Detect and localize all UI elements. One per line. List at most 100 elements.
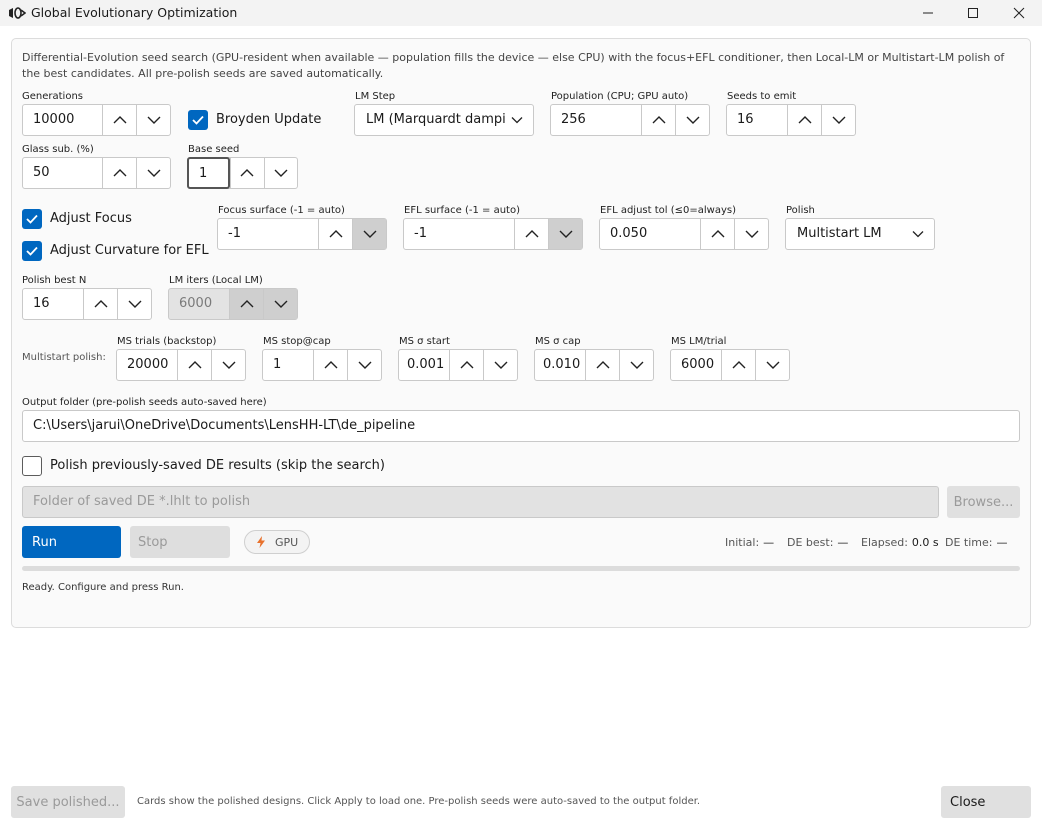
focus-surface-label: Focus surface (-1 = auto) [218, 205, 345, 216]
chevron-up-icon [460, 361, 473, 369]
efl-adjust-tol-spinbox[interactable]: 0.050 [599, 218, 769, 250]
seeds-down-button[interactable] [821, 105, 855, 135]
status-text: Ready. Configure and press Run. [22, 582, 184, 593]
adjust-focus-checkbox[interactable] [22, 209, 42, 229]
chevron-down-icon [363, 230, 376, 238]
population-spinbox[interactable]: 256 [550, 104, 710, 136]
saved-folder-input[interactable]: Folder of saved DE *.lhlt to polish [22, 486, 939, 518]
ms-stop-up-button[interactable] [313, 350, 347, 380]
chevron-down-icon [630, 361, 643, 369]
lightning-icon [257, 536, 265, 548]
chevron-up-icon [113, 116, 126, 124]
ms-trials-spinbox[interactable]: 20000 [116, 349, 246, 381]
ms-trials-label: MS trials (backstop) [117, 336, 217, 347]
seeds-up-button[interactable] [787, 105, 821, 135]
efl-surface-up-button[interactable] [514, 219, 548, 249]
polish-previous-checkbox[interactable] [22, 456, 42, 476]
maximize-button[interactable] [950, 0, 996, 26]
minimize-icon [923, 12, 933, 14]
base-seed-up-button[interactable] [230, 158, 264, 188]
lm-step-label: LM Step [355, 91, 396, 102]
glass-sub-spinbox[interactable]: 50 [22, 157, 171, 189]
chevron-up-icon [652, 116, 665, 124]
lm-iters-up-button[interactable] [229, 289, 263, 319]
ms-trials-up-button[interactable] [177, 350, 211, 380]
ms-sigma-cap-spinbox[interactable]: 0.010 [534, 349, 654, 381]
chevron-up-icon [596, 361, 609, 369]
elapsed-stat: Elapsed: 0.0 s [861, 536, 939, 549]
efl-tol-down-button[interactable] [734, 219, 768, 249]
seeds-to-emit-label: Seeds to emit [727, 91, 797, 102]
seeds-to-emit-spinbox[interactable]: 16 [726, 104, 856, 136]
focus-surface-spinbox[interactable]: -1 [217, 218, 387, 250]
run-button[interactable]: Run [22, 526, 121, 558]
generations-up-button[interactable] [102, 105, 136, 135]
close-button[interactable]: Close [941, 786, 1031, 818]
ms-lm-trial-down-button[interactable] [755, 350, 789, 380]
chevron-up-icon [798, 116, 811, 124]
polish-dropdown[interactable]: Multistart LM [785, 218, 935, 250]
chevron-down-icon [912, 231, 924, 238]
chevron-down-icon [147, 169, 160, 177]
focus-surface-value: -1 [228, 226, 241, 241]
chevron-down-icon [686, 116, 699, 124]
output-folder-input[interactable]: C:\Users\jarui\OneDrive\Documents\LensHH… [22, 410, 1020, 442]
broyden-checkbox[interactable] [188, 110, 208, 130]
ms-trials-down-button[interactable] [211, 350, 245, 380]
generations-spinbox[interactable]: 10000 [22, 104, 171, 136]
focus-surface-up-button[interactable] [318, 219, 352, 249]
ms-sigma-cap-down-button[interactable] [619, 350, 653, 380]
ms-stop-spinbox[interactable]: 1 [262, 349, 382, 381]
ms-sigma-start-down-button[interactable] [483, 350, 517, 380]
output-folder-label: Output folder (pre-polish seeds auto-sav… [22, 397, 267, 408]
maximize-icon [968, 8, 978, 18]
minimize-button[interactable] [905, 0, 951, 26]
stop-button[interactable]: Stop [130, 526, 230, 558]
browse-button[interactable]: Browse... [947, 486, 1020, 518]
focus-surface-down-button[interactable] [352, 219, 386, 249]
base-seed-spinbox[interactable]: 1 [187, 157, 298, 189]
description-text: Differential-Evolution seed search (GPU-… [22, 51, 1005, 80]
generations-down-button[interactable] [136, 105, 170, 135]
chevron-up-icon [329, 230, 342, 238]
efl-surface-label: EFL surface (-1 = auto) [404, 205, 520, 216]
chevron-up-icon [113, 169, 126, 177]
ms-sigma-cap-up-button[interactable] [585, 350, 619, 380]
chevron-down-icon [494, 361, 507, 369]
population-down-button[interactable] [675, 105, 709, 135]
ms-sigma-start-label: MS σ start [399, 336, 450, 347]
save-polished-button[interactable]: Save polished... [11, 786, 125, 818]
close-icon [1013, 7, 1025, 19]
polish-n-up-button[interactable] [83, 289, 117, 319]
ms-sigma-start-value: 0.001 [407, 357, 445, 372]
ms-sigma-start-spinbox[interactable]: 0.001 [398, 349, 518, 381]
chevron-down-icon [222, 361, 235, 369]
ms-trials-value: 20000 [127, 357, 169, 372]
efl-surface-down-button[interactable] [548, 219, 582, 249]
progress-bar [22, 566, 1020, 571]
ms-sigma-start-up-button[interactable] [449, 350, 483, 380]
efl-tol-up-button[interactable] [700, 219, 734, 249]
polish-best-n-spinbox[interactable]: 16 [22, 288, 152, 320]
lm-step-dropdown[interactable]: LM (Marquardt dampi [354, 104, 534, 136]
glass-sub-up-button[interactable] [102, 158, 136, 188]
ms-lm-trial-spinbox[interactable]: 6000 [670, 349, 790, 381]
efl-surface-spinbox[interactable]: -1 [403, 218, 583, 250]
base-seed-value[interactable]: 1 [187, 157, 230, 189]
glass-sub-down-button[interactable] [136, 158, 170, 188]
base-seed-down-button[interactable] [263, 158, 298, 188]
population-up-button[interactable] [641, 105, 675, 135]
gpu-badge: GPU [244, 530, 310, 554]
ms-stop-down-button[interactable] [347, 350, 381, 380]
ms-lm-trial-up-button[interactable] [721, 350, 755, 380]
lm-iters-spinbox[interactable]: 6000 [168, 288, 298, 320]
ms-sigma-cap-value: 0.010 [543, 357, 581, 372]
close-window-button[interactable] [996, 0, 1042, 26]
adjust-curvature-checkbox[interactable] [22, 241, 42, 261]
multistart-label: Multistart polish: [22, 352, 106, 363]
polish-n-down-button[interactable] [117, 289, 151, 319]
population-value: 256 [561, 112, 586, 127]
window-title: Global Evolutionary Optimization [31, 5, 238, 20]
lm-iters-down-button[interactable] [263, 289, 297, 319]
chevron-up-icon [240, 169, 254, 177]
